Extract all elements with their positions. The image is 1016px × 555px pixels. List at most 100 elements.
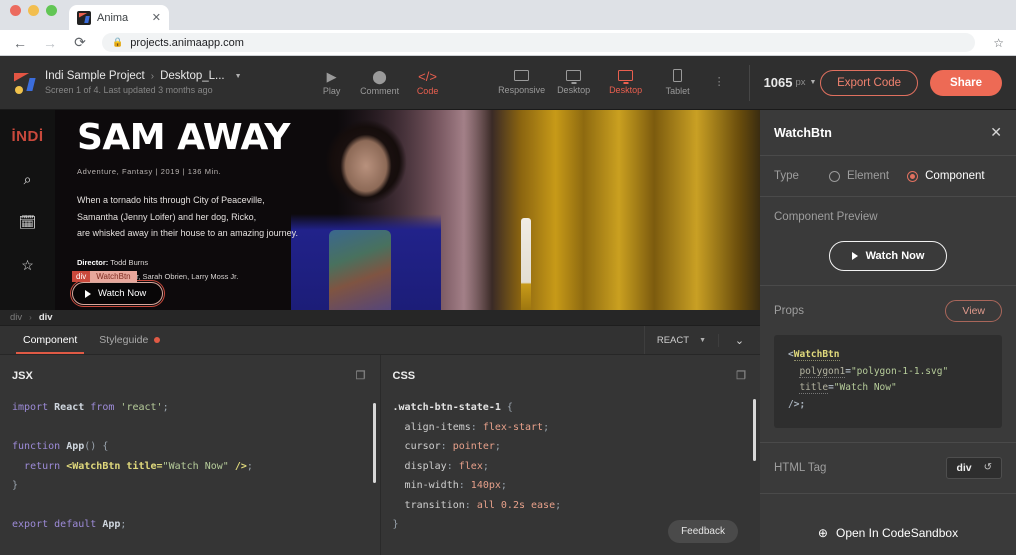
- selected-element-wrapper[interactable]: div WatchBtn Watch Now: [72, 282, 163, 305]
- breadcrumb-parent[interactable]: div: [10, 312, 22, 323]
- codesandbox-icon: ⊕: [818, 526, 828, 540]
- export-code-button[interactable]: Export Code: [820, 70, 918, 96]
- movie-description: When a tornado hits through City of Peac…: [77, 192, 407, 242]
- radio-element[interactable]: Element: [829, 170, 889, 182]
- preview-watch-now-button[interactable]: Watch Now: [829, 241, 948, 271]
- props-view-button[interactable]: View: [945, 300, 1002, 322]
- share-button[interactable]: Share: [930, 70, 1002, 96]
- zoom-chevron-down-icon[interactable]: ▼: [810, 79, 817, 86]
- reset-icon[interactable]: ↺: [984, 462, 992, 473]
- comment-icon: ⬤: [372, 69, 387, 83]
- collapse-panel-button[interactable]: ⌄: [718, 334, 760, 347]
- copy-icon[interactable]: ❐: [356, 369, 366, 382]
- director-label: Director:: [77, 258, 108, 267]
- code-tab-bar: Component Styleguide REACT ▼ ⌄: [0, 326, 760, 355]
- radio-component[interactable]: Component: [907, 170, 984, 182]
- component-preview-section: Component Preview Watch Now: [760, 197, 1016, 286]
- play-icon: [852, 252, 858, 260]
- element-breadcrumb: div › div: [0, 310, 760, 326]
- html-tag-value: div: [956, 462, 971, 474]
- search-icon[interactable]: ⌕: [24, 171, 32, 188]
- radio-selected-icon: [907, 171, 918, 182]
- css-title: CSS: [393, 370, 416, 382]
- device-desktop-active-label: Desktop: [609, 85, 642, 95]
- close-icon[interactable]: ✕: [990, 124, 1002, 141]
- toolbar-comment-button[interactable]: ⬤ Comment: [356, 69, 404, 96]
- toolbar-comment-label: Comment: [360, 86, 399, 96]
- framework-selector[interactable]: REACT ▼: [644, 326, 718, 354]
- breadcrumb-current[interactable]: div: [39, 312, 53, 323]
- toolbar-play-button[interactable]: ▶ Play: [308, 69, 356, 96]
- selection-tag-type: div: [72, 271, 90, 282]
- close-window-button[interactable]: [10, 5, 21, 16]
- browser-tab[interactable]: Anima ✕: [69, 5, 169, 30]
- css-pane: CSS ❐ .watch-btn-state-1 { align-items: …: [380, 355, 761, 555]
- jsx-scrollbar[interactable]: [373, 403, 376, 483]
- project-name[interactable]: Indi Sample Project: [45, 70, 145, 82]
- toolbar-play-label: Play: [323, 86, 341, 96]
- toolbar-mode-group: ▶ Play ⬤ Comment </> Code: [308, 69, 452, 96]
- calendar-icon[interactable]: 🗓: [19, 214, 37, 231]
- selection-tag-name: WatchBtn: [90, 271, 136, 282]
- inspector-header: WatchBtn ✕: [760, 110, 1016, 156]
- anima-favicon-icon: [77, 11, 91, 25]
- hero-banner: SAM AWAY Adventure, Fantasy | 2019 | 136…: [55, 110, 760, 310]
- browser-tab-strip: Anima ✕: [0, 0, 1016, 30]
- url-input[interactable]: 🔒 projects.animaapp.com: [102, 33, 975, 52]
- code-panes: JSX ❐ import React from 'react'; functio…: [0, 355, 760, 555]
- breadcrumb-separator: ›: [151, 71, 154, 82]
- chevron-down-icon[interactable]: ▼: [235, 73, 242, 80]
- copy-icon[interactable]: ❐: [736, 369, 746, 382]
- css-scrollbar[interactable]: [753, 399, 756, 461]
- tab-styleguide[interactable]: Styleguide: [88, 326, 171, 354]
- anima-logo-icon: [14, 72, 36, 94]
- movie-description-line-2: Samantha (Jenny Loifer) and her dog, Ric…: [77, 209, 407, 226]
- styleguide-badge-dot: [154, 337, 160, 343]
- device-desktop-active-button[interactable]: Desktop: [600, 70, 652, 95]
- jsx-title: JSX: [12, 370, 33, 382]
- feedback-button[interactable]: Feedback: [668, 520, 738, 543]
- jsx-pane: JSX ❐ import React from 'react'; functio…: [0, 355, 380, 555]
- type-radio-group: Element Component: [829, 170, 985, 182]
- forward-icon[interactable]: →: [42, 35, 58, 51]
- tab-component[interactable]: Component: [12, 326, 88, 354]
- device-responsive-button[interactable]: Responsive: [496, 70, 548, 95]
- device-tablet-button[interactable]: Tablet: [652, 69, 704, 96]
- jsx-code[interactable]: import React from 'react'; function App(…: [12, 398, 380, 555]
- project-subtitle: Screen 1 of 4. Last updated 3 months ago: [45, 85, 242, 95]
- movie-title: SAM AWAY: [77, 120, 407, 156]
- radio-icon: [829, 171, 840, 182]
- html-tag-selector[interactable]: div ↺: [946, 457, 1002, 479]
- close-icon[interactable]: ✕: [152, 11, 161, 24]
- back-icon[interactable]: ←: [12, 35, 28, 51]
- director-line: Director: Todd Burns: [77, 256, 407, 270]
- design-canvas[interactable]: İNDİ ⌕ 🗓 ☆ SAM AWAY Adventure, Fantasy |…: [0, 110, 760, 310]
- maximize-window-button[interactable]: [46, 5, 57, 16]
- app-body: İNDİ ⌕ 🗓 ☆ SAM AWAY Adventure, Fantasy |…: [0, 110, 1016, 555]
- inspector-title: WatchBtn: [774, 126, 832, 140]
- open-in-codesandbox-button[interactable]: ⊕ Open In CodeSandbox: [760, 511, 1016, 555]
- breadcrumb-separator-icon: ›: [29, 313, 32, 322]
- zoom-value[interactable]: 1065: [764, 75, 793, 90]
- hero-text-block: SAM AWAY Adventure, Fantasy | 2019 | 136…: [77, 120, 407, 284]
- desktop-icon: [566, 70, 581, 81]
- minimize-window-button[interactable]: [28, 5, 39, 16]
- type-label: Type: [774, 170, 799, 182]
- inspector-panel: WatchBtn ✕ Type Element Component: [760, 110, 1016, 555]
- props-label: Props: [774, 305, 804, 317]
- device-responsive-label: Responsive: [498, 85, 545, 95]
- html-tag-label: HTML Tag: [774, 462, 826, 474]
- bookmark-star-icon[interactable]: ☆: [993, 36, 1004, 50]
- reload-icon[interactable]: ⟳: [72, 34, 88, 51]
- desktop-icon: [618, 70, 633, 81]
- device-desktop-button[interactable]: Desktop: [548, 70, 600, 95]
- chevron-down-icon: ⌄: [735, 334, 744, 347]
- screen-name[interactable]: Desktop_L...: [160, 70, 225, 82]
- watch-now-button[interactable]: Watch Now: [72, 282, 163, 305]
- device-desktop-label: Desktop: [557, 85, 590, 95]
- more-options-icon[interactable]: ⋮: [714, 79, 725, 87]
- star-icon[interactable]: ☆: [21, 257, 34, 274]
- toolbar-code-button[interactable]: </> Code: [404, 69, 452, 96]
- radio-component-label: Component: [925, 170, 984, 182]
- toolbar-divider: [749, 65, 750, 101]
